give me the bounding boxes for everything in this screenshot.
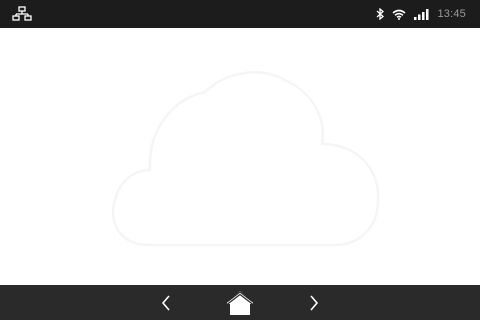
wifi-icon [392,9,406,20]
home-icon [226,290,254,316]
cloud-icon [90,52,390,262]
ethernet-network-icon [12,6,32,22]
signal-bars-icon [414,8,429,20]
navigation-bar [0,285,480,320]
back-button[interactable] [152,285,180,320]
device-screen: 13:45 [0,0,480,320]
forward-button[interactable] [300,285,328,320]
chevron-right-icon [309,294,319,311]
chevron-left-icon [161,294,171,311]
main-content [0,28,480,285]
status-bar: 13:45 [0,0,480,28]
home-button[interactable] [222,285,258,320]
bluetooth-icon [376,8,385,20]
status-time: 13:45 [437,8,466,20]
